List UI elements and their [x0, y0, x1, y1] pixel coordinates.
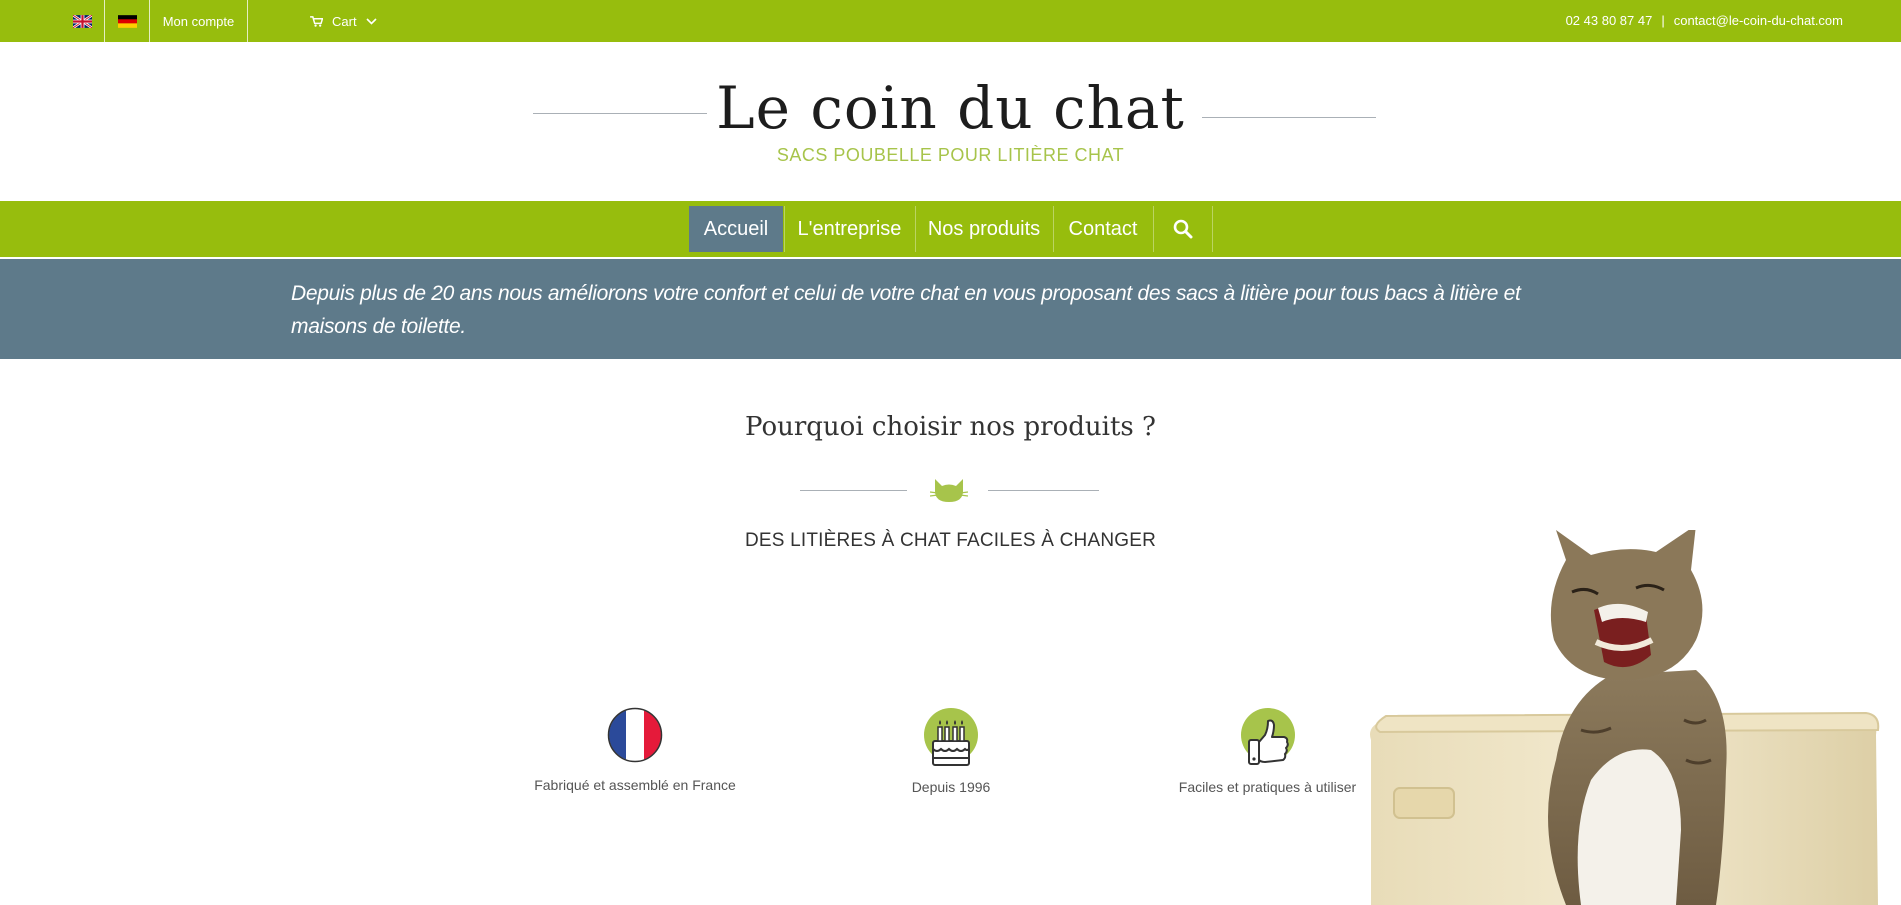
site-logo-title[interactable]: Le coin du chat [0, 74, 1901, 142]
phone-number[interactable]: 02 43 80 87 47 [1566, 13, 1653, 28]
nav-item-produits[interactable]: Nos produits [916, 206, 1052, 252]
nav-search-button[interactable] [1154, 206, 1212, 252]
cart-menu[interactable]: Cart [310, 0, 390, 42]
feature-label: Fabriqué et assemblé en France [534, 777, 736, 793]
divider-line-right [988, 490, 1099, 491]
intro-banner: Depuis plus de 20 ans nous améliorons vo… [0, 259, 1901, 359]
feature-label: Depuis 1996 [911, 779, 991, 795]
contact-separator: | [1661, 12, 1665, 28]
nav-item-contact[interactable]: Contact [1054, 206, 1152, 252]
banner-text: Depuis plus de 20 ans nous améliorons vo… [291, 282, 1521, 338]
language-german[interactable] [115, 0, 139, 42]
feature-label: Faciles et pratiques à utiliser [1178, 779, 1357, 795]
language-english[interactable] [70, 0, 94, 42]
search-icon [1173, 219, 1193, 239]
chevron-down-icon [365, 17, 377, 25]
feature-made-in-france: Fabriqué et assemblé en France [528, 707, 742, 793]
cart-icon [310, 15, 323, 27]
topbar-divider [247, 0, 248, 42]
main-nav: Accueil L'entreprise Nos produits Contac… [0, 201, 1901, 257]
feature-since-1996: Depuis 1996 [851, 707, 1051, 795]
top-bar: Mon compte Cart 02 43 80 87 47 | contact… [0, 0, 1901, 42]
topbar-divider [104, 0, 105, 42]
flag-uk-icon [72, 14, 92, 28]
nav-item-entreprise[interactable]: L'entreprise [785, 206, 914, 252]
nav-item-accueil[interactable]: Accueil [689, 206, 783, 252]
cat-on-litter-box-image [1370, 530, 1880, 905]
my-account-link[interactable]: Mon compte [150, 0, 247, 42]
site-tagline: SACS POUBELLE POUR LITIÈRE CHAT [776, 145, 1125, 165]
birthday-cake-icon [924, 708, 978, 766]
feature-easy-to-use: Faciles et pratiques à utiliser [1165, 707, 1370, 795]
cat-head-icon [930, 479, 968, 502]
divider-line-left [800, 490, 907, 491]
nav-divider [1212, 206, 1213, 252]
cart-label: Cart [332, 13, 357, 29]
france-flag-icon [607, 707, 663, 763]
thumbs-up-icon [1240, 708, 1295, 765]
section-title: Pourquoi choisir nos produits ? [745, 412, 1156, 442]
email-link[interactable]: contact@le-coin-du-chat.com [1674, 13, 1843, 28]
contact-info: 02 43 80 87 47 | contact@le-coin-du-chat… [1566, 0, 1843, 40]
flag-de-icon [117, 14, 137, 28]
